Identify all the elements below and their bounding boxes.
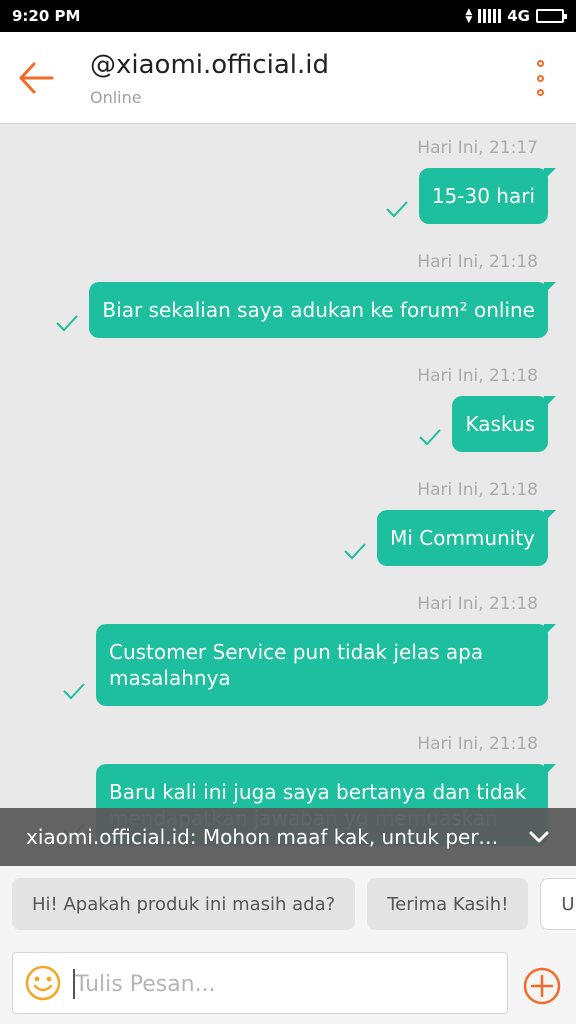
sent-check-icon <box>344 543 366 560</box>
battery-icon <box>536 9 567 23</box>
signal-icon <box>478 9 502 23</box>
status-icons: ▲ ▼ 4G <box>465 7 567 25</box>
menu-dot-icon <box>536 60 544 67</box>
add-attachment-icon[interactable] <box>522 966 562 1006</box>
network-type: 4G <box>507 7 530 25</box>
status-bar: 9:20 PM ▲ ▼ 4G <box>0 0 576 32</box>
message: Hari Ini, 21:18 Biar sekalian saya aduka… <box>55 252 556 338</box>
back-arrow-icon <box>19 62 54 94</box>
message-input-box <box>12 952 508 1014</box>
sent-check-icon <box>56 315 79 332</box>
sent-check-icon <box>419 429 442 446</box>
message-list[interactable]: Hari Ini, 21:17 15-30 hari Hari Ini, 21:… <box>0 124 576 866</box>
message-time: Hari Ini, 21:18 <box>417 252 538 272</box>
chat-title: @xiaomi.official.id <box>90 50 329 80</box>
message-bubble[interactable]: Customer Service pun tidak jelas apa mas… <box>96 624 556 706</box>
message-time: Hari Ini, 21:18 <box>417 480 538 500</box>
back-button[interactable] <box>16 58 58 98</box>
data-arrows-icon: ▲ ▼ <box>465 7 473 25</box>
new-message-banner[interactable]: xiaomi.official.id: Mohon maaf kak, untu… <box>0 808 576 866</box>
sent-check-icon <box>63 683 85 700</box>
message-bubble[interactable]: Biar sekalian saya adukan ke forum² onli… <box>89 282 556 338</box>
message: Hari Ini, 21:18 Kaskus <box>417 366 556 452</box>
message: Hari Ini, 21:18 Customer Service pun tid… <box>62 594 556 706</box>
quick-replies: Hi! Apakah produk ini masih ada? Terima … <box>0 866 576 942</box>
status-time: 9:20 PM <box>12 7 81 25</box>
message-input[interactable] <box>75 961 495 1007</box>
menu-dot-icon <box>536 89 544 96</box>
banner-text: xiaomi.official.id: Mohon maaf kak, untu… <box>26 825 510 849</box>
quick-reply-chip[interactable]: Terima Kasih! <box>367 878 529 930</box>
message-time: Hari Ini, 21:18 <box>417 734 538 754</box>
message: Hari Ini, 21:18 Mi Community <box>343 480 556 566</box>
online-status: Online <box>90 88 142 107</box>
more-menu-button[interactable] <box>530 60 550 96</box>
emoji-icon[interactable] <box>25 965 61 1001</box>
quick-reply-chip[interactable]: Uba <box>540 878 576 930</box>
chat-header: @xiaomi.official.id Online <box>0 32 576 124</box>
quick-reply-chip[interactable]: Hi! Apakah produk ini masih ada? <box>12 878 356 930</box>
message-time: Hari Ini, 21:18 <box>417 594 538 614</box>
message-time: Hari Ini, 21:18 <box>417 366 538 386</box>
message: Hari Ini, 21:17 15-30 hari <box>385 138 557 224</box>
message-bubble[interactable]: Mi Community <box>377 510 556 566</box>
message-time: Hari Ini, 21:17 <box>417 138 538 158</box>
sent-check-icon <box>386 201 408 218</box>
message-bubble[interactable]: Kaskus <box>452 396 556 452</box>
message-bubble[interactable]: 15-30 hari <box>418 168 557 224</box>
menu-dot-icon <box>536 74 544 82</box>
message-composer <box>0 942 576 1024</box>
chevron-down-icon[interactable] <box>528 826 550 848</box>
